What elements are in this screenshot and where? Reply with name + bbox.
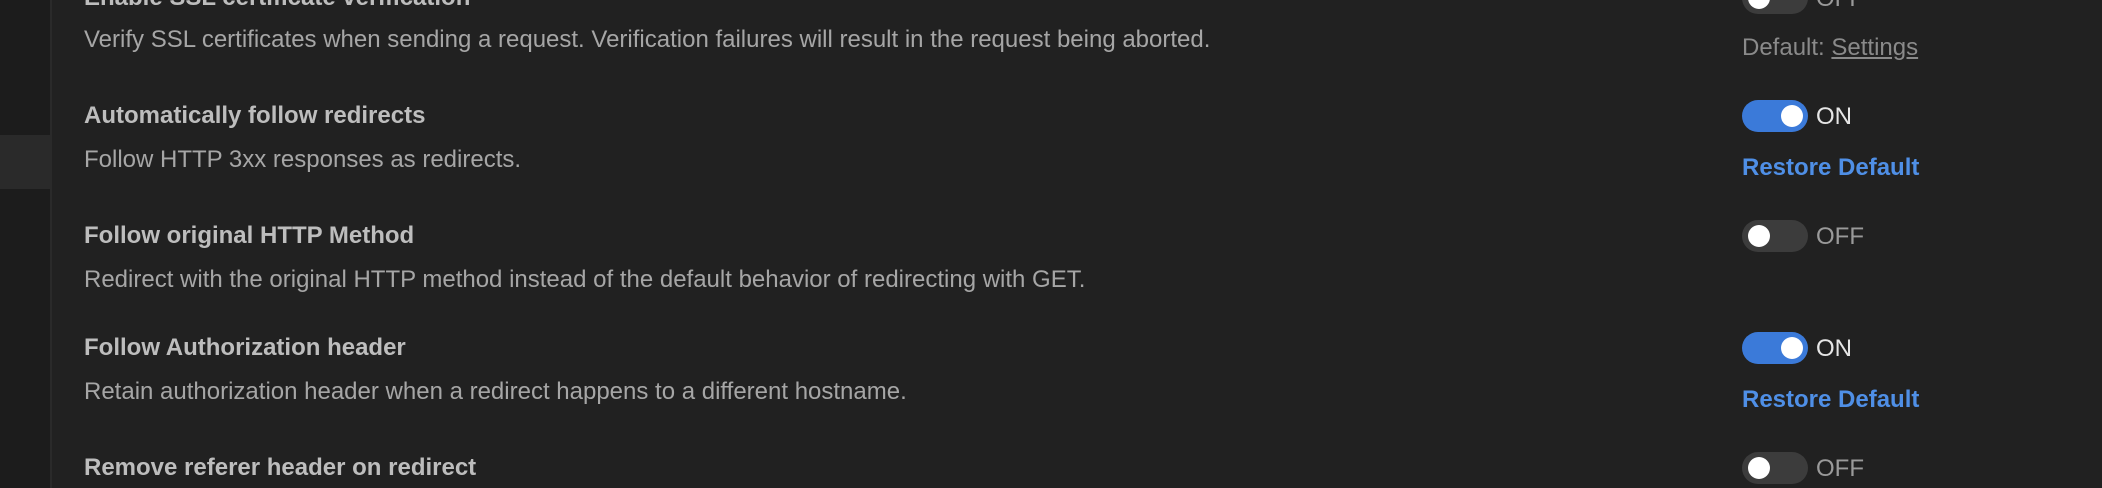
setting-description: Retain authorization header when a redir… (84, 378, 907, 405)
sidebar (0, 0, 52, 488)
setting-title: Follow Authorization header (84, 334, 406, 361)
setting-title: Automatically follow redirects (84, 102, 426, 129)
remove-referer-toggle[interactable] (1742, 452, 1808, 484)
follow-original-method-toggle[interactable] (1742, 220, 1808, 252)
toggle-state-label: OFF (1816, 455, 1864, 482)
setting-title: Remove referer header on redirect (84, 454, 477, 481)
setting-description: Follow HTTP 3xx responses as redirects. (84, 146, 522, 173)
toggle-knob (1748, 457, 1770, 479)
setting-title: Follow original HTTP Method (84, 222, 415, 249)
sidebar-active-item[interactable] (0, 135, 50, 189)
follow-authorization-toggle[interactable] (1742, 332, 1808, 364)
toggle-state-label: OFF (1816, 0, 1864, 13)
restore-default-button[interactable]: Restore Default (1742, 386, 1919, 414)
toggle-state-label: ON (1816, 103, 1852, 130)
follow-redirects-toggle[interactable] (1742, 100, 1808, 132)
default-prefix: Default: (1742, 34, 1832, 61)
default-note: Default: Settings (1742, 34, 1918, 62)
toggle-knob (1748, 225, 1770, 247)
settings-link[interactable]: Settings (1831, 34, 1918, 61)
setting-title: Enable SSL certificate verification (84, 0, 470, 12)
toggle-state-label: OFF (1816, 223, 1864, 250)
setting-description: Verify SSL certificates when sending a r… (84, 26, 1211, 53)
restore-default-button[interactable]: Restore Default (1742, 154, 1919, 182)
ssl-verification-toggle[interactable] (1742, 0, 1808, 14)
toggle-knob (1781, 337, 1803, 359)
toggle-knob (1748, 0, 1770, 9)
toggle-knob (1781, 105, 1803, 127)
toggle-state-label: ON (1816, 335, 1852, 362)
setting-description: Redirect with the original HTTP method i… (84, 266, 1086, 293)
